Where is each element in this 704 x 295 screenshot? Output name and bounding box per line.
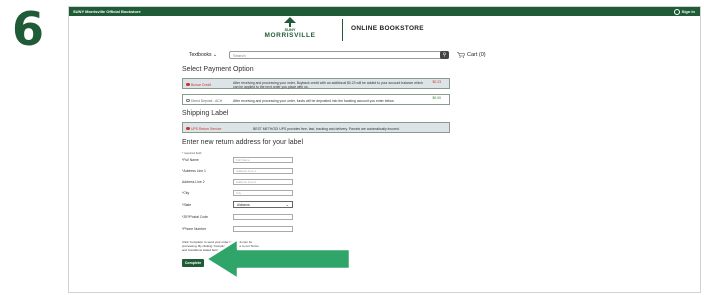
store-name: ONLINE BOOKSTORE	[351, 25, 424, 32]
nav-bar: Textbooks ⌄ Search ⚲ Cart (0)	[189, 50, 637, 60]
label-city: *City	[182, 191, 190, 195]
top-bar: SUNY Morrisville Official Bookstore Sign…	[69, 7, 700, 16]
textbooks-menu[interactable]: Textbooks ⌄	[189, 52, 223, 58]
option-price: $0.00	[432, 96, 442, 100]
label-zip: *ZIP/Postal Code	[182, 215, 209, 219]
pointer-arrow-icon	[204, 237, 352, 281]
city-input[interactable]: City	[233, 190, 293, 196]
search-button[interactable]: ⚲	[440, 51, 449, 59]
user-icon	[673, 8, 680, 15]
address-line-1-input[interactable]: Address Line 1	[233, 168, 293, 174]
state-select[interactable]: Alabama ⌄	[233, 201, 293, 208]
search-input[interactable]: Search ⚲	[229, 51, 449, 59]
label-full-name: *Full Name	[182, 158, 199, 162]
option-name: UPS Return Service	[191, 126, 222, 131]
label-address-1: *Address Line 1	[182, 169, 206, 173]
radio-bursar[interactable]	[186, 82, 190, 86]
option-name: Bursar Credit	[191, 82, 211, 87]
option-price: $0.23	[432, 80, 442, 84]
address-heading: Enter new return address for your label	[182, 139, 304, 146]
brand-divider	[342, 19, 343, 41]
brand-header: SUNY MORRISVILLE ONLINE BOOKSTORE	[251, 17, 451, 45]
option-desc: After receiving and processing your orde…	[233, 98, 395, 103]
tree-logo-icon	[284, 17, 296, 27]
complete-button[interactable]: Complete	[182, 259, 204, 267]
option-desc: BEST METHOD! UPS provides free, fast, tr…	[253, 126, 400, 131]
option-desc: After receiving and processing your orde…	[233, 81, 423, 89]
chevron-down-icon: ⌄	[285, 202, 289, 207]
label-address-2: Address Line 2	[182, 180, 205, 184]
zip-input[interactable]	[233, 214, 293, 220]
shipping-heading: Shipping Label	[182, 110, 229, 117]
step-number: 6	[12, 2, 45, 56]
payment-option-bursar[interactable]: Bursar Credit After receiving and proces…	[182, 78, 450, 89]
shipping-option-ups[interactable]: UPS Return Service BEST METHOD! UPS prov…	[182, 122, 450, 133]
cart-icon	[457, 52, 465, 58]
sign-in-label: Sign In	[681, 9, 695, 14]
state-value: Alabama	[237, 203, 250, 207]
address-line-2-input[interactable]: Address Line 2	[233, 179, 293, 185]
search-icon: ⚲	[442, 52, 447, 58]
phone-input[interactable]	[233, 226, 293, 232]
option-name: Direct Deposit - ACH	[191, 98, 223, 103]
cart-label: Cart (0)	[467, 52, 486, 58]
required-note: * required field	[182, 151, 202, 155]
radio-ach[interactable]	[186, 98, 190, 102]
suny-morrisville-logo[interactable]: SUNY MORRISVILLE	[251, 17, 329, 39]
payment-heading: Select Payment Option	[182, 66, 254, 73]
sign-in-link[interactable]: Sign In	[673, 7, 695, 16]
full-name-input[interactable]: Full Name	[233, 157, 293, 163]
label-state: *State	[182, 203, 192, 207]
radio-ups[interactable]	[186, 126, 190, 130]
search-placeholder: Search	[233, 53, 246, 58]
label-phone: *Phone Number	[182, 227, 207, 231]
cart-link[interactable]: Cart (0)	[457, 52, 486, 58]
logo-morrisville: MORRISVILLE	[264, 32, 316, 39]
site-title: SUNY Morrisville Official Bookstore	[73, 9, 141, 14]
payment-option-ach[interactable]: Direct Deposit - ACH After receiving and…	[182, 94, 450, 105]
